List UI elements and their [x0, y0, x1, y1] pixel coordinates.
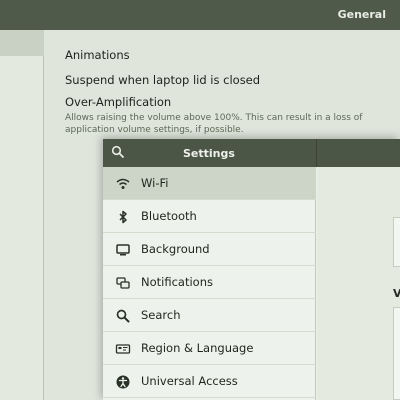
over-amplification-desc-line1: Allows raising the volume above 100%. Th…: [65, 113, 363, 123]
tweaks-sidebar[interactable]: [0, 30, 44, 400]
settings-content-heading: V: [393, 287, 400, 300]
sidebar-item-label: Wi-Fi: [141, 176, 169, 190]
tweaks-header-bar: General: [0, 0, 400, 30]
animations-label: Animations: [65, 48, 130, 62]
sidebar-item-wifi[interactable]: Wi-Fi: [103, 167, 316, 200]
universal-access-icon: [115, 374, 131, 390]
tweaks-page-title: General: [337, 8, 386, 21]
sidebar-item-label: Search: [141, 308, 181, 322]
settings-window: Settings Wi-Fi Bluetooth Background Noti…: [103, 139, 400, 400]
search-button[interactable]: [111, 145, 127, 161]
tweaks-sidebar-selected-item[interactable]: [0, 30, 44, 56]
settings-title: Settings: [183, 147, 235, 160]
sidebar-item-label: Region & Language: [141, 341, 254, 355]
sidebar-item-label: Notifications: [141, 275, 213, 289]
region-icon: [115, 341, 131, 357]
wifi-icon: [115, 176, 131, 192]
sidebar-item-background[interactable]: Background: [103, 233, 316, 266]
settings-sidebar-list: Wi-Fi Bluetooth Background Notifications…: [103, 167, 316, 400]
background-icon: [115, 242, 131, 258]
bluetooth-icon: [115, 209, 131, 225]
sidebar-item-label: Background: [141, 242, 210, 256]
search-icon: [111, 145, 124, 158]
settings-header-bar: Settings: [103, 139, 400, 167]
search-icon: [115, 308, 131, 324]
settings-content-box: [393, 307, 400, 400]
suspend-lid-label: Suspend when laptop lid is closed: [65, 73, 261, 87]
settings-content-panel: V: [317, 167, 400, 400]
over-amplification-desc-line2: application volume settings, if possible…: [65, 125, 244, 135]
header-divider: [316, 139, 317, 167]
sidebar-item-label: Universal Access: [141, 374, 238, 388]
sidebar-item-label: Bluetooth: [141, 209, 197, 223]
sidebar-item-universal-access[interactable]: Universal Access: [103, 365, 316, 398]
settings-content-box: [393, 217, 400, 267]
sidebar-item-notifications[interactable]: Notifications: [103, 266, 316, 299]
sidebar-item-bluetooth[interactable]: Bluetooth: [103, 200, 316, 233]
notifications-icon: [115, 275, 131, 291]
over-amplification-label: Over-Amplification: [65, 95, 172, 109]
sidebar-item-search[interactable]: Search: [103, 299, 316, 332]
sidebar-item-region-language[interactable]: Region & Language: [103, 332, 316, 365]
